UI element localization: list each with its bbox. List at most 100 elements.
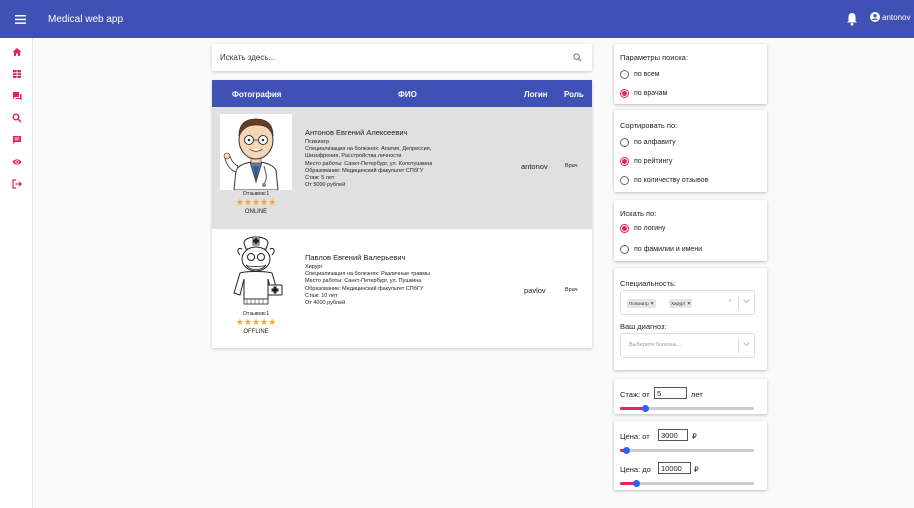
logout-icon	[12, 179, 22, 189]
price-to-slider[interactable]	[620, 480, 754, 487]
doctor-diseases: Специализация на болезнях: Различные тра…	[305, 271, 430, 278]
radio-circle-selected	[620, 89, 629, 98]
radio-label: по алфавиту	[634, 139, 676, 146]
experience-input[interactable]	[654, 387, 687, 399]
sidebar-item-home[interactable]	[12, 47, 22, 57]
rating-stars: ★★★★★	[235, 197, 277, 207]
radio-circle	[620, 70, 629, 79]
experience-panel: Стаж: от лет	[614, 379, 767, 414]
doctor-name: Антонов Евгений Алексеевич	[305, 128, 408, 137]
eye-icon	[12, 159, 22, 165]
diagnosis-placeholder: Выберите болезнь...	[629, 342, 682, 348]
doctor-photo	[220, 114, 292, 191]
search-input[interactable]	[220, 50, 560, 65]
table-row[interactable]: Отзывов:1 ★★★★★ ONLINE Антонов Евгений А…	[212, 107, 592, 229]
online-status: ONLINE	[244, 209, 268, 215]
sidebar	[0, 38, 33, 508]
price-currency: ₽	[692, 432, 697, 441]
account-circle-icon	[870, 12, 880, 22]
radio-circle	[620, 176, 629, 185]
chevron-down-icon[interactable]	[743, 342, 750, 347]
price-from-input[interactable]	[658, 429, 688, 441]
menu-button[interactable]	[0, 0, 40, 38]
chevron-down-icon[interactable]	[743, 299, 750, 304]
notifications-bell-icon[interactable]	[845, 11, 859, 27]
doctor-specialty: Хирург	[305, 264, 323, 270]
sidebar-item-search[interactable]	[12, 113, 22, 123]
doctor-diseases-cont: Шизофрения, Расстройства личности	[305, 153, 402, 160]
radio-label: по количеству отзывов	[634, 177, 709, 184]
select-divider	[738, 339, 739, 353]
forum-icon	[13, 92, 22, 101]
sort-title: Сортировать по:	[620, 121, 678, 130]
sidebar-item-view[interactable]	[12, 157, 22, 167]
rating-stars: ★★★★★	[235, 317, 277, 327]
slider-thumb[interactable]	[641, 405, 649, 412]
radio-label: по рейтингу	[634, 158, 673, 165]
radio-sort-rating[interactable]: по рейтингу	[620, 157, 672, 166]
sidebar-item-chats[interactable]	[12, 91, 22, 101]
doctor-role: Врач	[565, 287, 578, 293]
column-role: Роль	[564, 90, 584, 99]
radio-label: по логину	[634, 225, 666, 232]
slider-thumb[interactable]	[623, 447, 631, 454]
column-name: ФИО	[398, 90, 417, 99]
sidebar-item-logout[interactable]	[12, 179, 22, 189]
table-row[interactable]: Отзывов:1 ★★★★★ OFFLINE Павлов Евгений В…	[212, 229, 592, 347]
sidebar-item-messages[interactable]	[12, 135, 22, 145]
chip-label: Хирург	[671, 301, 686, 306]
radio-circle	[620, 138, 629, 147]
radio-circle	[620, 245, 629, 254]
doctor-info: Павлов Евгений Валерьевич Хирург Специал…	[305, 253, 430, 307]
price-to-input[interactable]	[658, 462, 691, 474]
menu-icon	[14, 14, 26, 24]
radio-by-name[interactable]: по фамилии и имени	[620, 245, 702, 254]
sidebar-item-table[interactable]	[12, 69, 22, 79]
doctor-login: antonov	[521, 162, 548, 171]
chip-remove-icon[interactable]: ×	[687, 301, 690, 307]
sort-panel: Сортировать по: по алфавиту по рейтингу …	[614, 110, 767, 192]
account-menu[interactable]: antonov	[870, 12, 910, 22]
doctor-role: Врач	[565, 163, 578, 169]
specialty-chip[interactable]: Психиатр ×	[627, 299, 656, 308]
search-icon[interactable]	[573, 53, 582, 62]
doctor-login: pavlov	[524, 286, 546, 295]
chip-remove-icon[interactable]: ×	[651, 301, 654, 307]
grid-icon	[13, 70, 21, 78]
clear-icon[interactable]: ×	[728, 298, 732, 305]
slider-thumb[interactable]	[632, 480, 640, 487]
radio-sort-reviews[interactable]: по количеству отзывов	[620, 176, 708, 185]
online-status: OFFLINE	[243, 329, 269, 335]
price-from-label: Цена: от	[620, 432, 650, 441]
price-panel: Цена: от ₽ Цена: до ₽	[614, 421, 767, 490]
price-from-slider[interactable]	[620, 447, 754, 454]
doctor-info: Антонов Евгений Алексеевич Психиатр Спец…	[305, 128, 432, 189]
doctor-workplace: Место работы: Санкт-Петербург, ул. Колот…	[305, 160, 433, 167]
search-params-title: Параметры поиска:	[620, 53, 688, 62]
specialty-title: Специальность:	[620, 279, 677, 288]
experience-slider[interactable]	[620, 405, 754, 412]
search-icon	[12, 113, 22, 123]
doctor-experience: Стаж: 10 лет	[305, 292, 338, 299]
doctor-specialty: Психиатр	[305, 139, 330, 145]
price-to-label: Цена: до	[620, 465, 651, 474]
radio-label: по всем	[634, 71, 660, 78]
specialty-chip[interactable]: Хирург ×	[669, 299, 693, 308]
specialty-select[interactable]: Психиатр × Хирург × ×	[620, 290, 755, 315]
radio-search-doctors[interactable]: по врачам	[620, 89, 667, 98]
doctor-education: Образование: Медицинский факультет СПбГУ	[305, 285, 424, 292]
search-by-panel: Искать по: по логину по фамилии и имени	[614, 200, 767, 261]
radio-circle-selected	[620, 224, 629, 233]
doctor-photo	[220, 233, 292, 309]
doctor-price: От 5000 рублей	[305, 182, 346, 189]
radio-by-login[interactable]: по логину	[620, 224, 666, 233]
chip-label: Психиатр	[629, 301, 649, 306]
column-photo: Фотография	[232, 90, 282, 99]
radio-search-all[interactable]: по всем	[620, 70, 659, 79]
radio-circle-selected	[620, 157, 629, 166]
radio-sort-alphabet[interactable]: по алфавиту	[620, 138, 676, 147]
diagnosis-select[interactable]: Выберите болезнь...	[620, 333, 755, 358]
doctor-cartoon-image	[220, 114, 292, 191]
app-title: Medical web app	[48, 13, 124, 25]
table-header: Фотография ФИО Логин Роль	[212, 80, 592, 107]
